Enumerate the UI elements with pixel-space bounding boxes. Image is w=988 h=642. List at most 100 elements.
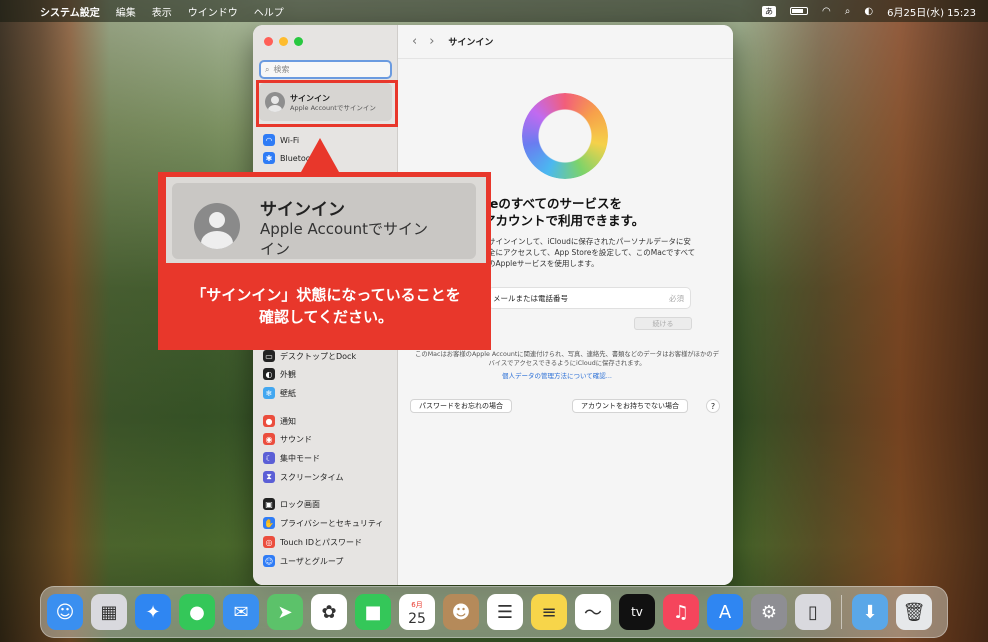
sidebar-item-label: サウンド <box>280 434 312 444</box>
callout-message: 「サインイン」状態になっていることを 確認してください。 <box>191 286 461 326</box>
iphone-mirroring-icon[interactable]: ▯ <box>795 594 831 630</box>
signin-description: サインインして、iCloudに保存されたパーソナルデータに安全にアクセスして、A… <box>488 237 696 268</box>
sidebar-item[interactable]: ◠ Wi-Fi <box>263 133 299 147</box>
tv-icon[interactable]: tv <box>619 594 655 630</box>
calendar-month: 6月 <box>411 601 423 609</box>
control-center-icon[interactable]: ◐ <box>864 6 873 17</box>
sidebar-item[interactable]: ✋ プライバシーとセキュリティ <box>263 516 383 530</box>
sidebar-item[interactable]: ◉ サウンド <box>263 432 312 446</box>
sidebar-item[interactable]: ▭ デスクトップとDock <box>263 349 356 363</box>
continue-button[interactable]: 続ける <box>634 317 692 330</box>
bluetooth-icon: ✱ <box>263 152 275 164</box>
sidebar-item[interactable]: ● 通知 <box>263 414 296 428</box>
sidebar-item[interactable]: ❄ 壁紙 <box>263 386 296 400</box>
menu-bar: システム設定 編集 表示 ウインドウ ヘルプ あ ◠ ⌕ ◐ 6月25日(水) … <box>0 0 988 22</box>
freeform-icon[interactable]: ～ <box>575 594 611 630</box>
notes-icon[interactable]: ≡ <box>531 594 567 630</box>
zoomed-signin-title: サインイン <box>260 200 345 220</box>
no-account-button[interactable]: アカウントをお持ちでない場合 <box>572 399 688 413</box>
input-method-icon[interactable]: あ <box>762 5 777 17</box>
downloads-icon[interactable]: ⬇ <box>852 594 888 630</box>
focus-icon: ☾ <box>263 452 275 464</box>
sidebar-item-label: 通知 <box>280 416 296 426</box>
privacy-icon: ✋ <box>263 517 275 529</box>
sidebar-item-label: プライバシーとセキュリティ <box>280 518 384 528</box>
sound-icon: ◉ <box>263 433 275 445</box>
email-field-label: メールまたは電話番号 <box>493 293 568 303</box>
search-input[interactable]: ⌕ 検索 <box>259 60 392 79</box>
sidebar-item[interactable]: ◐ 外観 <box>263 367 296 381</box>
mail-icon[interactable]: ✉ <box>223 594 259 630</box>
page-title: サインイン <box>448 38 494 48</box>
sidebar-item-label: スクリーンタイム <box>280 472 344 482</box>
menu-help[interactable]: ヘルプ <box>254 4 284 19</box>
battery-icon[interactable] <box>790 7 809 15</box>
reminders-icon[interactable]: ☰ <box>487 594 523 630</box>
sidebar-item-label: デスクトップとDock <box>280 351 357 361</box>
signin-highlight-box <box>256 80 398 127</box>
dock-separator <box>841 595 842 629</box>
back-icon[interactable]: ‹ <box>412 34 417 49</box>
finder-icon[interactable]: ☺ <box>47 594 83 630</box>
trash-icon[interactable]: 🗑 <box>896 594 932 630</box>
sidebar-item-label: 外観 <box>280 369 296 379</box>
menu-window[interactable]: ウインドウ <box>188 4 238 19</box>
privacy-link[interactable]: 個人データの管理方法について確認... <box>502 370 612 380</box>
zoomed-signin-inner: サインイン Apple Accountでサイン イン <box>172 183 476 259</box>
menu-edit[interactable]: 編集 <box>116 4 136 19</box>
apple-account-ring-icon <box>522 93 608 179</box>
maps-icon[interactable]: ➤ <box>267 594 303 630</box>
appearance-icon: ◐ <box>263 368 275 380</box>
zoom-window-button[interactable] <box>294 37 303 46</box>
spotlight-icon[interactable]: ⌕ <box>845 6 851 17</box>
sidebar-item[interactable]: ☾ 集中モード <box>263 451 320 465</box>
required-label: 必須 <box>669 293 684 303</box>
launchpad-icon[interactable]: ▦ <box>91 594 127 630</box>
forward-icon[interactable]: › <box>429 34 434 49</box>
wifi-status-icon[interactable]: ◠ <box>822 6 831 17</box>
users-icon: ☺ <box>263 555 275 567</box>
facetime-icon[interactable]: ■ <box>355 594 391 630</box>
sidebar-item-label: ロック画面 <box>280 499 320 509</box>
clock[interactable]: 6月25日(水) 15:23 <box>887 4 976 19</box>
messages-icon[interactable]: ● <box>179 594 215 630</box>
calendar-icon[interactable]: 6月 25 <box>399 594 435 630</box>
traffic-lights <box>264 37 303 46</box>
sidebar-item[interactable]: ⧗ スクリーンタイム <box>263 470 343 484</box>
search-icon: ⌕ <box>265 64 270 74</box>
dock: ☺ ▦ ✦ ● ✉ ➤ ✿ ■ 6月 25 ☻ ☰ ≡ ～ tv ♫ A ⚙ ▯ ⬇ 🗑 <box>40 586 948 638</box>
menu-system-settings[interactable]: システム設定 <box>40 4 100 19</box>
sidebar-item-label: ユーザとグループ <box>280 556 344 566</box>
contacts-icon[interactable]: ☻ <box>443 594 479 630</box>
screentime-icon: ⧗ <box>263 471 275 483</box>
wallpaper-icon: ❄ <box>263 387 275 399</box>
photos-icon[interactable]: ✿ <box>311 594 347 630</box>
system-settings-icon[interactable]: ⚙ <box>751 594 787 630</box>
sidebar-item-label: Wi-Fi <box>280 135 300 145</box>
sidebar-item-label: 集中モード <box>280 453 320 463</box>
signin-headline: Appleのすべてのサービスを このアカウントで利用できます。 <box>458 196 645 228</box>
search-placeholder: 検索 <box>273 65 290 74</box>
sidebar-item-label: Touch IDとパスワード <box>280 537 363 547</box>
close-window-button[interactable] <box>264 37 273 46</box>
touchid-icon: ◎ <box>263 536 275 548</box>
sidebar-item[interactable]: ☺ ユーザとグループ <box>263 554 343 568</box>
help-button[interactable]: ? <box>706 399 720 413</box>
forgot-password-button[interactable]: パスワードをお忘れの場合 <box>410 399 512 413</box>
calendar-day: 25 <box>408 611 426 627</box>
minimize-window-button[interactable] <box>279 37 288 46</box>
avatar-large <box>194 203 240 249</box>
email-field[interactable]: メールまたは電話番号 必須 <box>488 287 691 309</box>
safari-icon[interactable]: ✦ <box>135 594 171 630</box>
music-icon[interactable]: ♫ <box>663 594 699 630</box>
sidebar-item[interactable]: ◎ Touch IDとパスワード <box>263 535 362 549</box>
privacy-text: このMacはお客様のApple Accountに関連付けられ、写真、連絡先、書類… <box>415 351 719 367</box>
wifi-icon: ◠ <box>263 134 275 146</box>
sidebar-item-label: 壁紙 <box>280 388 296 398</box>
appstore-icon[interactable]: A <box>707 594 743 630</box>
menu-view[interactable]: 表示 <box>152 4 172 19</box>
zoomed-signin-row: サインイン Apple Accountでサイン イン <box>166 177 486 263</box>
sidebar-item[interactable]: ▣ ロック画面 <box>263 497 320 511</box>
dock-icon: ▭ <box>263 350 275 362</box>
zoomed-signin-subtitle: Apple Accountでサイン イン <box>260 220 429 258</box>
